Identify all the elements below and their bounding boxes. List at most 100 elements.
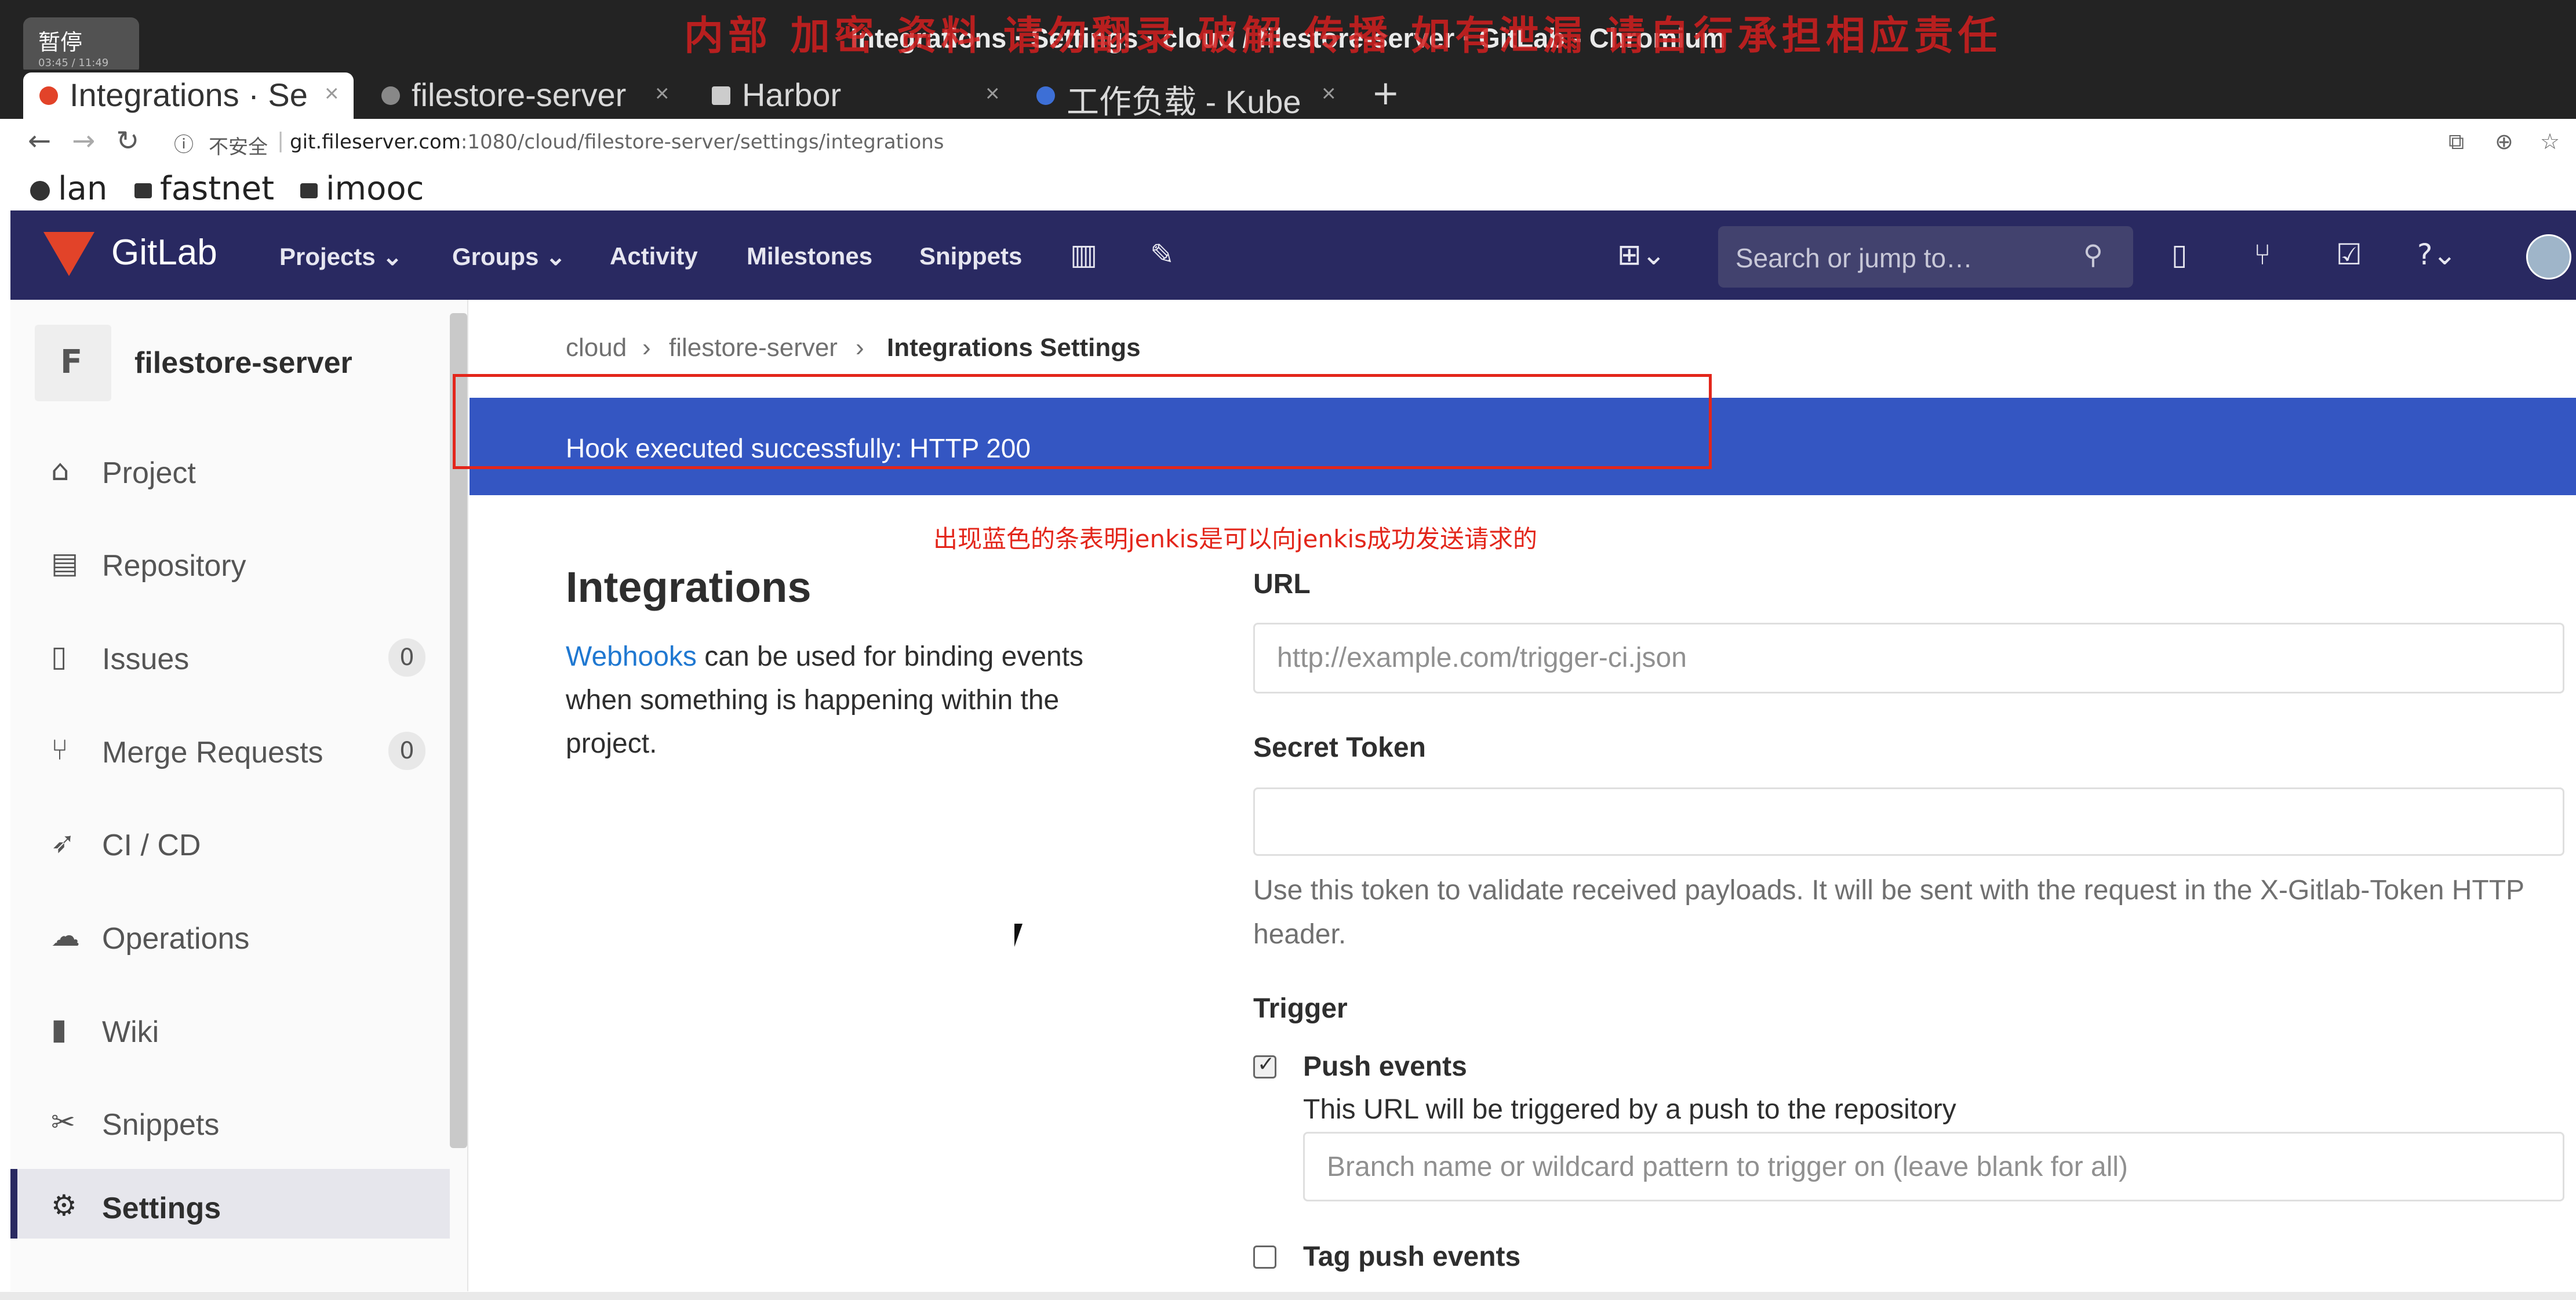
url-path: :1080/cloud/filestore-server/settings/in… [460, 130, 944, 154]
url-field[interactable]: http://example.com/trigger-ci.json [1253, 623, 2564, 693]
sidebar-item-label: Operations [102, 922, 250, 956]
cloud-gear-icon: ☁ [51, 919, 80, 953]
close-icon[interactable]: × [985, 79, 1000, 107]
merge-request-icon[interactable]: ⑂ [2254, 238, 2271, 271]
url-separator: | [277, 129, 285, 152]
nav-label: Projects [279, 243, 376, 270]
tab-label: filestore-server [412, 77, 627, 113]
bookmark-label: fastnet [160, 170, 275, 208]
gear-icon: ⚙ [51, 1189, 77, 1222]
push-events-description: This URL will be triggered by a push to … [1303, 1094, 1956, 1125]
folder-icon [134, 183, 152, 198]
zoom-icon[interactable]: ⊕ [2495, 129, 2513, 154]
bookmark-star-icon[interactable]: ☆ [2540, 129, 2560, 154]
video-pause-overlay[interactable]: 暂停 03:45 / 11:49 [23, 17, 139, 75]
tab-filestore-server[interactable]: filestore-server × [365, 72, 690, 119]
bookmark-fastnet[interactable]: fastnet [134, 170, 274, 208]
github-icon [30, 180, 50, 201]
sidebar-item-ci-cd[interactable]: ➶ CI / CD [10, 808, 450, 878]
tab-label: Integrations · Se [70, 77, 308, 113]
sidebar-item-wiki[interactable]: ▮ Wiki [10, 995, 450, 1065]
breadcrumb-filestore-server[interactable]: filestore-server [669, 333, 838, 362]
secret-token-help: Use this token to validate received payl… [1253, 875, 2524, 950]
count-badge: 0 [388, 638, 425, 677]
repo-icon: ▤ [51, 546, 79, 580]
pause-label: 暂停 [38, 30, 83, 55]
trigger-label: Trigger [1253, 993, 1348, 1024]
sidebar-item-settings[interactable]: ⚙ Settings [10, 1169, 450, 1239]
nav-snippets[interactable]: Snippets [919, 242, 1022, 270]
bookmark-label: lan [58, 170, 108, 208]
sidebar-item-merge-requests[interactable]: ⑂ Merge Requests 0 [10, 716, 450, 785]
sidebar-item-repository[interactable]: ▤ Repository [10, 529, 450, 598]
breadcrumb-current: Integrations Settings [887, 333, 1141, 362]
tab-harbor[interactable]: Harbor × [696, 72, 1009, 119]
info-icon[interactable]: ⓘ [174, 129, 194, 157]
nav-groups[interactable]: Groups ⌄ [452, 242, 566, 271]
close-icon[interactable]: × [325, 79, 339, 107]
folder-icon [300, 183, 318, 198]
harbor-favicon-icon [712, 86, 730, 105]
push-events-label: Push events [1303, 1051, 1467, 1082]
bookmark-label: imooc [326, 170, 424, 208]
sidebar-item-operations[interactable]: ☁ Operations [10, 902, 450, 971]
nav-activity[interactable]: Activity [610, 242, 698, 270]
search-placeholder: Search or jump to… [1735, 243, 1973, 273]
new-tab-button[interactable]: + [1371, 73, 1400, 112]
close-icon[interactable]: × [655, 79, 670, 107]
tab-integrations[interactable]: Integrations · Se × [23, 72, 354, 119]
gitlab-favicon-icon [39, 86, 58, 105]
project-avatar-letter: F [60, 343, 83, 381]
forward-arrow-icon[interactable]: → [72, 125, 95, 157]
kubernetes-favicon-icon [1036, 86, 1055, 105]
chevron-right-icon: › [856, 333, 864, 362]
issues-icon[interactable]: ▯ [2171, 238, 2188, 271]
plus-square-icon[interactable]: ⊞⌄ [1617, 238, 1666, 271]
rocket-icon: ➶ [51, 826, 75, 859]
translate-icon[interactable]: ⧉ [2448, 129, 2464, 155]
bookmark-lan[interactable]: lan [30, 170, 107, 208]
branch-filter-input[interactable]: Branch name or wildcard pattern to trigg… [1303, 1132, 2564, 1201]
tag-push-events-checkbox[interactable] [1253, 1245, 1276, 1269]
secret-token-field[interactable] [1253, 787, 2564, 856]
avatar[interactable] [2526, 234, 2571, 279]
pause-time: 03:45 / 11:49 [38, 57, 109, 69]
address-bar[interactable]: git.fileserver.com:1080/cloud/filestore-… [290, 130, 944, 154]
back-arrow-icon[interactable]: ← [28, 125, 51, 157]
annotation-note: 出现蓝色的条表明jenkis是可以向jenkis成功发送请求的 [933, 525, 1538, 553]
wrench-icon[interactable]: ✎ [1150, 238, 1174, 271]
sidebar-item-label: Wiki [102, 1015, 159, 1049]
bookmark-imooc[interactable]: imooc [300, 170, 424, 208]
nav-projects[interactable]: Projects ⌄ [279, 242, 403, 271]
breadcrumb-cloud[interactable]: cloud [566, 333, 627, 362]
book-icon: ▮ [51, 1012, 67, 1046]
gitlab-brand[interactable]: GitLab [111, 232, 217, 273]
search-icon[interactable]: ⚲ [2083, 239, 2103, 270]
tag-push-events-label: Tag push events [1303, 1241, 1521, 1272]
project-name[interactable]: filestore-server [134, 346, 352, 380]
sidebar-item-snippets[interactable]: ✂ Snippets [10, 1088, 450, 1157]
integrations-description: Webhooks can be used for binding events … [566, 635, 1145, 765]
nav-label: Groups [452, 243, 539, 270]
chart-icon[interactable]: ▥ [1070, 238, 1097, 271]
reload-icon[interactable]: ↻ [116, 125, 139, 157]
sidebar-item-issues[interactable]: ▯ Issues 0 [10, 622, 450, 692]
sidebar-item-label: Project [102, 456, 196, 490]
sidebar-item-label: CI / CD [102, 829, 201, 862]
sidebar-item-label: Issues [102, 642, 190, 676]
nav-milestones[interactable]: Milestones [747, 242, 872, 270]
webhooks-link[interactable]: Webhooks [566, 641, 697, 672]
branch-filter-placeholder: Branch name or wildcard pattern to trigg… [1327, 1152, 2129, 1182]
chevron-down-icon: ⌄ [382, 243, 403, 270]
push-events-checkbox[interactable]: ✓ [1253, 1052, 1276, 1079]
tab-kubernetes[interactable]: 工作负载 - Kube × [1020, 72, 1345, 119]
todo-icon[interactable]: ☑ [2336, 238, 2362, 271]
help-icon[interactable]: ?⌄ [2417, 238, 2457, 271]
sidebar-item-project[interactable]: ⌂ Project [10, 436, 450, 506]
gitlab-logo-icon[interactable] [43, 232, 94, 276]
close-icon[interactable]: × [1322, 79, 1336, 107]
tab-label: 工作负载 - Kube [1067, 83, 1301, 119]
sidebar-item-label: Snippets [102, 1108, 220, 1142]
sidebar-item-label: Merge Requests [102, 736, 323, 769]
window-bottom-edge [0, 1292, 2576, 1300]
